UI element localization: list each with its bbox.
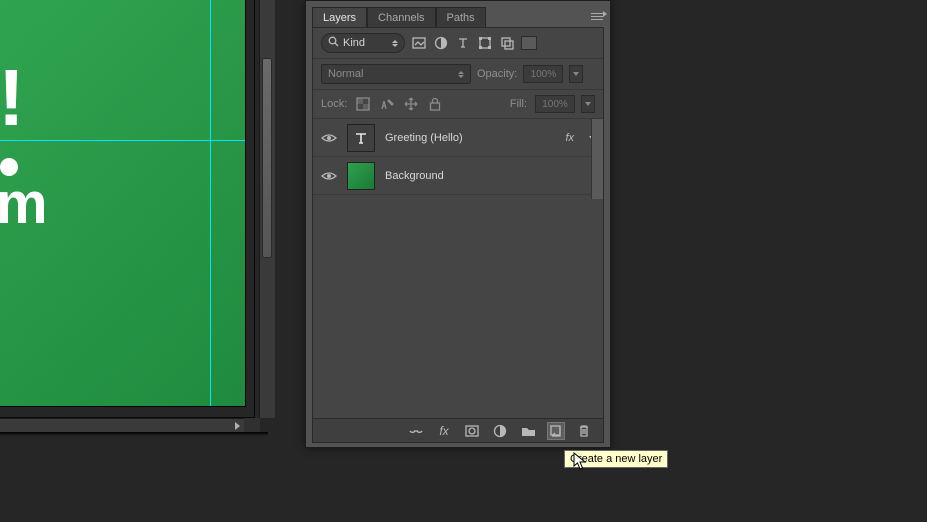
layer-row[interactable]: Background bbox=[313, 157, 603, 195]
blend-mode-value: Normal bbox=[328, 68, 363, 80]
horizontal-scrollbar[interactable] bbox=[0, 418, 244, 432]
opacity-stepper[interactable] bbox=[569, 65, 583, 83]
canvas-graphic: ! bbox=[0, 60, 25, 136]
canvas-graphic-dot bbox=[0, 158, 18, 176]
panel-footer: fx bbox=[313, 418, 603, 442]
blend-row: Normal Opacity: 100% bbox=[313, 59, 603, 90]
tab-channels[interactable]: Channels bbox=[367, 7, 435, 27]
blend-mode-select[interactable]: Normal bbox=[321, 64, 471, 84]
canvas[interactable]: ! m bbox=[0, 0, 246, 407]
layer-fx-indicator[interactable]: fx bbox=[565, 132, 574, 144]
layer-name[interactable]: Background bbox=[385, 170, 595, 182]
lock-all-icon[interactable] bbox=[427, 96, 443, 112]
layer-mask-icon[interactable] bbox=[463, 422, 481, 440]
filter-kind-select[interactable]: Kind bbox=[321, 33, 405, 53]
filter-toggle-switch[interactable] bbox=[521, 36, 537, 50]
layer-row[interactable]: Greeting (Hello) fx bbox=[313, 119, 603, 157]
layer-filter-row: Kind bbox=[313, 28, 603, 59]
visibility-toggle-icon[interactable] bbox=[321, 130, 337, 146]
fill-value[interactable]: 100% bbox=[535, 95, 575, 113]
new-group-icon[interactable] bbox=[519, 422, 537, 440]
dropdown-icon bbox=[458, 71, 464, 78]
scroll-right-arrow-icon[interactable] bbox=[232, 421, 242, 431]
layer-list: Greeting (Hello) fx Background bbox=[313, 119, 603, 418]
lock-row: Lock: Fill: 100% bbox=[313, 90, 603, 119]
document-shadow bbox=[0, 432, 268, 436]
delete-layer-icon[interactable] bbox=[575, 422, 593, 440]
filter-type-icon[interactable] bbox=[455, 35, 471, 51]
adjustment-layer-icon[interactable] bbox=[491, 422, 509, 440]
filter-shape-icon[interactable] bbox=[477, 35, 493, 51]
mouse-cursor-icon bbox=[573, 452, 589, 472]
layer-thumbnail-image[interactable] bbox=[347, 162, 375, 190]
dropdown-icon bbox=[392, 40, 398, 47]
filter-kind-label: Kind bbox=[343, 37, 365, 49]
layer-list-scrollbar[interactable] bbox=[591, 119, 603, 199]
link-layers-icon[interactable] bbox=[407, 422, 425, 440]
lock-label: Lock: bbox=[321, 98, 347, 110]
filter-pixel-icon[interactable] bbox=[411, 35, 427, 51]
lock-position-icon[interactable] bbox=[403, 96, 419, 112]
scroll-corner bbox=[244, 418, 260, 432]
fill-stepper[interactable] bbox=[581, 95, 595, 113]
lock-image-icon[interactable] bbox=[379, 96, 395, 112]
canvas-graphic-m: m bbox=[0, 170, 48, 237]
document-area: ! m bbox=[0, 0, 268, 432]
new-layer-button[interactable] bbox=[547, 422, 565, 440]
lock-transparency-icon[interactable] bbox=[355, 96, 371, 112]
layer-name[interactable]: Greeting (Hello) bbox=[385, 132, 555, 144]
vertical-scrollbar-thumb[interactable] bbox=[262, 58, 272, 258]
guide-horizontal[interactable] bbox=[0, 140, 245, 141]
panel-body: Kind bbox=[312, 27, 604, 443]
search-icon bbox=[328, 36, 339, 50]
tab-paths[interactable]: Paths bbox=[436, 7, 486, 27]
opacity-label: Opacity: bbox=[477, 68, 517, 80]
layers-panel: Layers Channels Paths Kind bbox=[305, 0, 611, 448]
panel-menu-icon[interactable] bbox=[588, 9, 606, 23]
filter-adjustment-icon[interactable] bbox=[433, 35, 449, 51]
layer-style-icon[interactable]: fx bbox=[435, 422, 453, 440]
layer-thumbnail-text[interactable] bbox=[347, 124, 375, 152]
guide-vertical[interactable] bbox=[210, 0, 211, 406]
visibility-toggle-icon[interactable] bbox=[321, 168, 337, 184]
tab-layers[interactable]: Layers bbox=[312, 7, 367, 27]
opacity-value[interactable]: 100% bbox=[523, 65, 563, 83]
panel-tab-row: Layers Channels Paths bbox=[312, 5, 604, 27]
fill-label: Fill: bbox=[510, 98, 527, 110]
filter-smartobject-icon[interactable] bbox=[499, 35, 515, 51]
